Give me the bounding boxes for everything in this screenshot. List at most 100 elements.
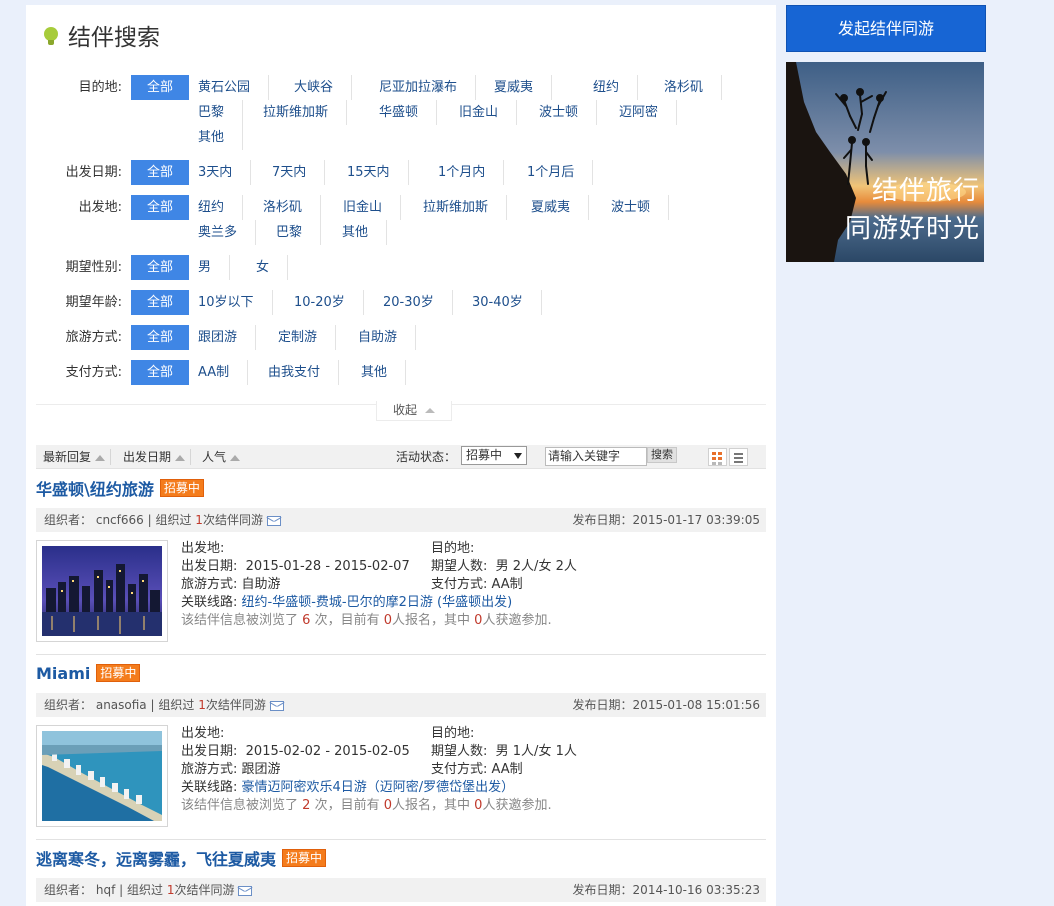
search-button[interactable]: 搜索 [647, 447, 677, 463]
sort-arrow-icon [230, 454, 241, 461]
filter-option[interactable]: 拉斯维加斯 [423, 195, 508, 220]
filter-all-button[interactable]: 全部 [131, 195, 189, 220]
sort-arrow-icon [95, 454, 106, 461]
sort-popularity[interactable]: 人气 [202, 445, 241, 469]
filter-option[interactable]: 男 [198, 255, 231, 280]
banner-text-line1: 结伴旅行 [871, 176, 980, 206]
filter-option[interactable]: 1个月内 [438, 160, 505, 185]
filter-option[interactable]: 女 [256, 255, 289, 280]
sort-arrow-icon [175, 454, 186, 461]
filter-option[interactable]: 波士顿 [611, 195, 670, 220]
filter-option[interactable]: 迈阿密 [619, 100, 678, 125]
filter-option[interactable]: 1个月后 [527, 160, 594, 185]
filter-option[interactable]: 纽约 [593, 75, 639, 100]
sort-separator [190, 449, 191, 465]
mail-icon[interactable] [269, 700, 284, 711]
filter-option[interactable]: 30-40岁 [472, 290, 542, 315]
collapse-toggle[interactable]: 收起 [376, 401, 452, 421]
route-link[interactable]: 纽约-华盛顿-费城-巴尔的摩2日游 (华盛顿出发) [242, 595, 513, 610]
filter-all-button[interactable]: 全部 [131, 325, 189, 350]
chevron-up-icon [425, 408, 435, 413]
filter-option[interactable]: 纽约 [198, 195, 244, 220]
filter-option[interactable]: 波士顿 [539, 100, 598, 125]
list-view-icon[interactable] [729, 448, 748, 466]
filter-option[interactable]: 巴黎 [198, 100, 244, 125]
filter-option[interactable]: AA制 [198, 360, 249, 385]
post-thumbnail[interactable] [36, 725, 168, 827]
publish-date-value: 2015-01-17 03:39:05 [632, 513, 760, 527]
filter-option[interactable]: 尼亚加拉瀑布 [379, 75, 477, 100]
post-thumbnail-image [42, 546, 162, 636]
filter-option[interactable]: 自助游 [358, 325, 417, 350]
filter-option[interactable]: 10-20岁 [294, 290, 364, 315]
to-field: 目的地: [431, 726, 475, 741]
post-title: 逃离寒冬，远离雾霾，飞往夏威夷 招募中 [36, 846, 327, 870]
filter-option[interactable]: 大峡谷 [294, 75, 353, 100]
post-title: Miami 招募中 [36, 661, 141, 685]
status-label: 活动状态： [396, 450, 457, 464]
route-field: 关联线路: 豪情迈阿密欢乐4日游（迈阿密/罗德岱堡出发） [181, 780, 515, 795]
filter-option[interactable]: 华盛顿 [379, 100, 438, 125]
filter-option[interactable]: 定制游 [278, 325, 337, 350]
filter-all-button[interactable]: 全部 [131, 160, 189, 185]
sort-separator [110, 449, 111, 465]
filter-all-button[interactable]: 全部 [131, 290, 189, 315]
filter-option[interactable]: 其他 [361, 360, 407, 385]
status-select[interactable]: 招募中 [461, 446, 527, 465]
organized-count: 1 [198, 698, 206, 712]
organizer-info: 组织者： anasofia | 组织过 1次结伴同游 [44, 693, 284, 717]
route-link[interactable]: 豪情迈阿密欢乐4日游（迈阿密/罗德岱堡出发） [242, 780, 515, 795]
organized-prefix: 组织过 [155, 513, 192, 527]
organized-suffix: 次结伴同游 [205, 698, 266, 712]
mail-icon[interactable] [238, 885, 253, 896]
sort-latest-reply[interactable]: 最新回复 [43, 445, 106, 469]
filter-option[interactable]: 15天内 [347, 160, 409, 185]
filter-option[interactable]: 洛杉矶 [263, 195, 322, 220]
grid-view-icon[interactable] [708, 448, 727, 466]
organizer-name[interactable]: cncf666 [96, 513, 144, 527]
organizer-name[interactable]: hqf [96, 883, 115, 897]
dropdown-arrow-icon [514, 453, 522, 459]
filter-option[interactable]: 跟团游 [198, 325, 257, 350]
organizer-info: 组织者： hqf | 组织过 1次结伴同游 [44, 878, 253, 902]
filter-option[interactable]: 夏威夷 [531, 195, 590, 220]
to-field: 目的地: [431, 541, 475, 556]
filter-option[interactable]: 20-30岁 [383, 290, 453, 315]
mail-icon[interactable] [266, 515, 281, 526]
organizer-label: 组织者： [44, 698, 93, 712]
filter-all-button[interactable]: 全部 [131, 75, 189, 100]
filter-option[interactable]: 7天内 [272, 160, 326, 185]
post-title-link[interactable]: 华盛顿\纽约旅游 [36, 476, 154, 500]
post-title-link[interactable]: 逃离寒冬，远离雾霾，飞往夏威夷 [36, 846, 276, 870]
sort-toolbar: 最新回复 出发日期 人气 活动状态： 招募中 请输入关键字 搜索 [36, 445, 766, 469]
filter-option[interactable]: 旧金山 [459, 100, 518, 125]
status-select-value: 招募中 [466, 448, 503, 462]
filter-option[interactable]: 其他 [198, 125, 244, 150]
filter-option[interactable]: 由我支付 [268, 360, 340, 385]
filter-option[interactable]: 3天内 [198, 160, 252, 185]
filter-option[interactable]: 其他 [342, 220, 388, 245]
post-title-link[interactable]: Miami [36, 664, 90, 683]
filter-option[interactable]: 夏威夷 [494, 75, 553, 100]
filter-option[interactable]: 巴黎 [276, 220, 322, 245]
collapse-label: 收起 [392, 403, 417, 417]
lightbulb-icon [44, 25, 58, 45]
sort-departure-date[interactable]: 出发日期 [123, 445, 186, 469]
organized-prefix: 组织过 [126, 883, 163, 897]
post-details: 出发地: 目的地: 出发日期: 2015-02-02 - 2015-02-05 期… [181, 725, 761, 815]
filter-option[interactable]: 拉斯维加斯 [263, 100, 348, 125]
filter-all-button[interactable]: 全部 [131, 360, 189, 385]
keyword-input[interactable]: 请输入关键字 [545, 447, 647, 466]
page-title-text: 结伴搜索 [68, 25, 160, 51]
from-field: 出发地: [181, 541, 225, 556]
filter-option[interactable]: 10岁以下 [198, 290, 273, 315]
filter-all-button[interactable]: 全部 [131, 255, 189, 280]
filter-option[interactable]: 黄石公园 [198, 75, 270, 100]
launch-travel-button[interactable]: 发起结伴同游 [786, 5, 986, 52]
organizer-name[interactable]: anasofia [96, 698, 147, 712]
filter-option[interactable]: 洛杉矶 [664, 75, 723, 100]
post-thumbnail[interactable] [36, 540, 168, 642]
filter-option[interactable]: 奥兰多 [198, 220, 257, 245]
filter-option[interactable]: 旧金山 [343, 195, 402, 220]
side-banner[interactable]: 结伴旅行 同游好时光 [786, 62, 984, 262]
